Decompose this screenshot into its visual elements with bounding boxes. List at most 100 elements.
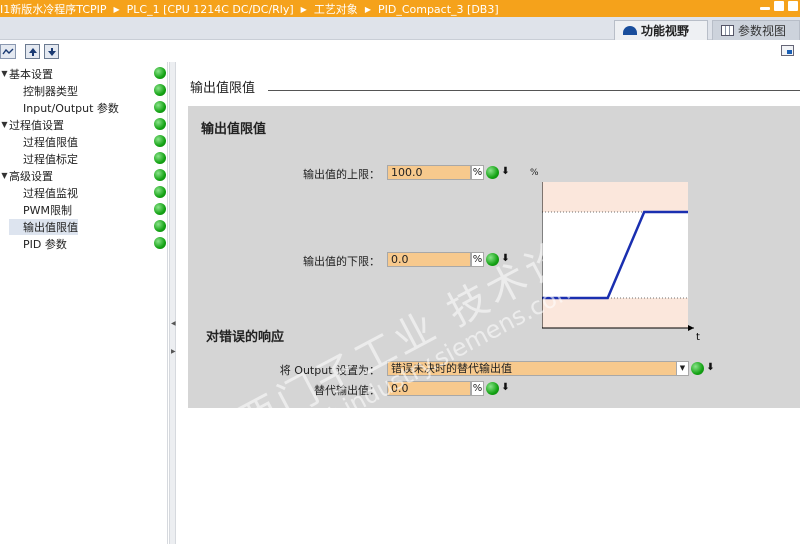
arrow-up-glyph-icon (28, 47, 37, 56)
tab-parameter-view-label: 参数视图 (738, 24, 787, 38)
download-icon[interactable]: ⬇ (500, 166, 511, 179)
status-ok-icon (154, 152, 166, 164)
status-ok-icon (154, 169, 166, 181)
tree-item-label: 过程值监视 (23, 186, 78, 200)
output-mode-select[interactable]: 错误未决时的替代输出值 ▼ (387, 361, 689, 376)
download-icon[interactable]: ⬇ (705, 362, 716, 375)
minimize-icon[interactable] (760, 7, 770, 10)
breadcrumb: I1新版水冷程序TCPIP ▶ PLC_1 [CPU 1214C DC/DC/R… (0, 1, 499, 17)
download-icon[interactable]: ⬇ (500, 382, 511, 395)
upper-limit-band (542, 182, 688, 212)
status-ok-icon (486, 253, 499, 266)
status-ok-icon (154, 67, 166, 79)
arrow-down-glyph-icon (47, 47, 56, 56)
substitute-output-input[interactable]: 0.0 (387, 381, 471, 396)
panel-title: 输出值限值 (201, 122, 267, 137)
functional-view-icon (623, 26, 637, 35)
expand-caret-icon[interactable]: ▼ (0, 69, 9, 78)
tree-item-label: PWM限制 (23, 203, 73, 217)
tree-item-pwm-limits[interactable]: PWM限制 (0, 201, 168, 218)
x-axis-arrow-icon (688, 325, 694, 331)
tree-item-controller-type[interactable]: 控制器类型 (0, 82, 168, 99)
chart-x-label: t (696, 332, 700, 342)
tree-item-label: 过程值标定 (23, 152, 78, 166)
upper-limit-label: 输出值的上限： (303, 168, 380, 181)
toolbar (0, 40, 800, 62)
lower-limit-input[interactable]: 0.0 (387, 252, 471, 267)
panel-splitter[interactable]: ◀ ▶ (169, 62, 176, 544)
tree-item-label: Input/Output 参数 (23, 101, 119, 115)
layout-toggle-icon[interactable] (781, 45, 794, 56)
breadcrumb-separator-icon: ▶ (300, 4, 307, 14)
navigation-glyph-icon (2, 48, 14, 54)
substitute-output-label: 替代输出值： (314, 384, 380, 397)
window-controls (760, 1, 798, 11)
tree-item-pid-parameters[interactable]: PID 参数 (0, 235, 168, 252)
tree-item-label: 控制器类型 (23, 84, 78, 98)
tree-item-process-value-settings[interactable]: ▼ 过程值设置 (0, 116, 168, 133)
status-ok-icon (154, 135, 166, 147)
tab-functional-view[interactable]: 功能视野 (614, 20, 708, 40)
status-ok-icon (486, 382, 499, 395)
arrow-down-icon[interactable] (44, 44, 59, 59)
tree-item-label: 基本设置 (9, 67, 53, 81)
status-ok-icon (691, 362, 704, 375)
breadcrumb-project[interactable]: I1新版水冷程序TCPIP (0, 1, 107, 17)
upper-limit-unit: % (471, 165, 484, 180)
output-limits-panel: 输出值限值 输出值的上限： 100.0 % ⬇ 输出值的下限： 0.0 % ⬇ … (188, 106, 800, 408)
main-content: 输出值限值 输出值限值 输出值的上限： 100.0 % ⬇ 输出值的下限： 0.… (176, 62, 800, 544)
breadcrumb-separator-icon: ▶ (364, 4, 371, 14)
tree-item-process-value-scaling[interactable]: 过程值标定 (0, 150, 168, 167)
chevron-down-icon[interactable]: ▼ (676, 362, 688, 375)
status-ok-icon (154, 237, 166, 249)
upper-limit-input[interactable]: 100.0 (387, 165, 471, 180)
lower-limit-label: 输出值的下限： (303, 255, 380, 268)
lower-limit-band (542, 298, 688, 328)
output-mode-value: 错误未决时的替代输出值 (391, 362, 512, 375)
breadcrumb-technology-objects[interactable]: 工艺对象 (314, 1, 358, 17)
status-ok-icon (154, 186, 166, 198)
status-ok-icon (154, 84, 166, 96)
tree-item-label: PID 参数 (23, 237, 67, 251)
status-ok-icon (486, 166, 499, 179)
view-tab-bar: 功能视野 参数视图 (0, 17, 800, 40)
tree-item-output-value-limits[interactable]: 输出值限值 (0, 218, 168, 235)
tree-item-label: 高级设置 (9, 169, 53, 183)
navigation-icon[interactable] (0, 44, 16, 59)
tree-item-label: 过程值限值 (23, 135, 78, 149)
lower-limit-unit: % (471, 252, 484, 267)
chart-y-label: % (530, 168, 539, 178)
arrow-up-icon[interactable] (25, 44, 40, 59)
section-title: 输出值限值 (190, 81, 256, 96)
section-divider (268, 90, 800, 91)
tree-item-process-value-monitoring[interactable]: 过程值监视 (0, 184, 168, 201)
substitute-output-unit: % (471, 381, 484, 396)
maximize-icon[interactable] (774, 1, 784, 11)
breadcrumb-separator-icon: ▶ (113, 4, 120, 14)
tab-parameter-view[interactable]: 参数视图 (712, 20, 800, 40)
tree-item-advanced-settings[interactable]: ▼ 高级设置 (0, 167, 168, 184)
error-response-title: 对错误的响应 (206, 330, 285, 345)
tree-item-basic-settings[interactable]: ▼ 基本设置 (0, 65, 168, 82)
status-ok-icon (154, 203, 166, 215)
breadcrumb-pid-object[interactable]: PID_Compact_3 [DB3] (378, 3, 499, 16)
breadcrumb-plc[interactable]: PLC_1 [CPU 1214C DC/DC/Rly] (127, 3, 294, 16)
collapse-left-icon[interactable]: ◀ (171, 320, 176, 327)
status-ok-icon (154, 118, 166, 130)
download-icon[interactable]: ⬇ (500, 253, 511, 266)
expand-caret-icon[interactable]: ▼ (0, 120, 9, 129)
tree-item-process-value-limits[interactable]: 过程值限值 (0, 133, 168, 150)
editor-title-bar: I1新版水冷程序TCPIP ▶ PLC_1 [CPU 1214C DC/DC/R… (0, 0, 800, 17)
status-ok-icon (154, 220, 166, 232)
parameter-view-icon (721, 25, 734, 36)
tab-functional-view-label: 功能视野 (641, 24, 690, 38)
tree-item-label: 过程值设置 (9, 118, 64, 132)
tree-item-label: 输出值限值 (9, 218, 78, 235)
settings-tree: ▼ 基本设置 控制器类型 Input/Output 参数 ▼ 过程值设置 过程值… (0, 62, 168, 544)
close-icon[interactable] (788, 1, 798, 11)
tree-item-input-output[interactable]: Input/Output 参数 (0, 99, 168, 116)
status-ok-icon (154, 101, 166, 113)
expand-caret-icon[interactable]: ▼ (0, 171, 9, 180)
expand-right-icon[interactable]: ▶ (171, 348, 176, 355)
output-limit-chart: t (542, 182, 700, 342)
